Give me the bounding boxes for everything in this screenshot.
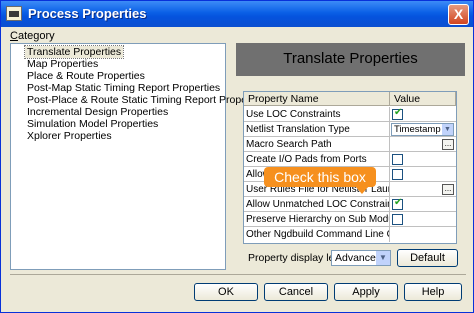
use-loc-constraints-checkbox[interactable] (392, 107, 403, 120)
chevron-down-icon[interactable]: ▼ (442, 124, 453, 135)
process-properties-window: Process Properties X Category Translate … (0, 0, 474, 313)
allow-unmatched-loc-checkbox[interactable] (392, 197, 403, 210)
property-name: Macro Search Path (244, 137, 390, 152)
category-label: Category (10, 30, 55, 42)
property-name: Netlist Translation Type (244, 122, 390, 137)
table-row: Macro Search Path ... (244, 137, 456, 152)
netlist-translation-type-value: Timestamp (394, 124, 441, 135)
property-name: Preserve Hierarchy on Sub Module (246, 212, 390, 227)
allow-checkbox[interactable] (392, 169, 403, 180)
category-item-post-map-timing[interactable]: Post-Map Static Timing Report Properties (27, 82, 220, 94)
window-title: Process Properties (28, 6, 147, 21)
property-name: Use LOC Constraints (244, 107, 390, 122)
table-row: Netlist Translation Type Timestamp ▼ (244, 122, 456, 137)
other-options-field[interactable] (390, 227, 456, 242)
category-item-map[interactable]: Map Properties (27, 58, 98, 70)
callout-tooltip: Check this box (264, 167, 376, 187)
properties-title: Translate Properties (283, 50, 418, 67)
category-item-simulation-model[interactable]: Simulation Model Properties (27, 118, 158, 130)
property-name: Allow Unmatched LOC Constraints (246, 197, 390, 212)
table-row: Create I/O Pads from Ports (244, 152, 456, 167)
ok-button[interactable]: OK (194, 283, 258, 301)
user-rules-file-browse-button[interactable]: ... (442, 184, 454, 195)
callout-pointer (356, 187, 368, 194)
table-row: Other Ngdbuild Command Line Options (244, 227, 456, 242)
divider (10, 274, 466, 275)
column-header-property-name[interactable]: Property Name (244, 92, 390, 106)
category-label-mnemonic: C (10, 30, 18, 42)
netlist-translation-type-select[interactable]: Timestamp ▼ (391, 123, 454, 136)
title-bar[interactable]: Process Properties X (1, 1, 473, 27)
display-level-value: Advanced (335, 252, 382, 264)
preserve-hierarchy-checkbox[interactable] (392, 214, 403, 225)
apply-button[interactable]: Apply (334, 283, 398, 301)
properties-header: Translate Properties (236, 43, 465, 76)
category-list[interactable]: Translate Properties Map Properties Plac… (10, 43, 267, 270)
cancel-button[interactable]: Cancel (264, 283, 328, 301)
default-button[interactable]: Default (397, 249, 458, 267)
table-row: Use LOC Constraints (244, 107, 456, 122)
app-icon (6, 6, 22, 21)
property-name: Other Ngdbuild Command Line Options (244, 227, 390, 242)
close-button[interactable]: X (448, 4, 469, 25)
create-io-pads-checkbox[interactable] (392, 154, 403, 165)
table-row: Allow Unmatched LOC Constraints (244, 197, 456, 212)
chevron-down-icon[interactable]: ▼ (376, 251, 390, 265)
column-header-value[interactable]: Value (390, 92, 456, 106)
display-level-select[interactable]: Advanced ▼ (331, 250, 391, 266)
category-label-rest: ategory (17, 30, 55, 42)
property-name: Create I/O Pads from Ports (244, 152, 390, 167)
category-item-place-route[interactable]: Place & Route Properties (27, 70, 145, 82)
table-row: Preserve Hierarchy on Sub Module (244, 212, 456, 227)
category-item-incremental[interactable]: Incremental Design Properties (27, 106, 168, 118)
category-item-xplorer[interactable]: Xplorer Properties (27, 130, 112, 142)
category-item-translate[interactable]: Translate Properties (23, 45, 125, 59)
help-button[interactable]: Help (404, 283, 462, 301)
macro-search-path-browse-button[interactable]: ... (442, 139, 454, 150)
category-item-post-par-timing[interactable]: Post-Place & Route Static Timing Report … (27, 94, 267, 106)
